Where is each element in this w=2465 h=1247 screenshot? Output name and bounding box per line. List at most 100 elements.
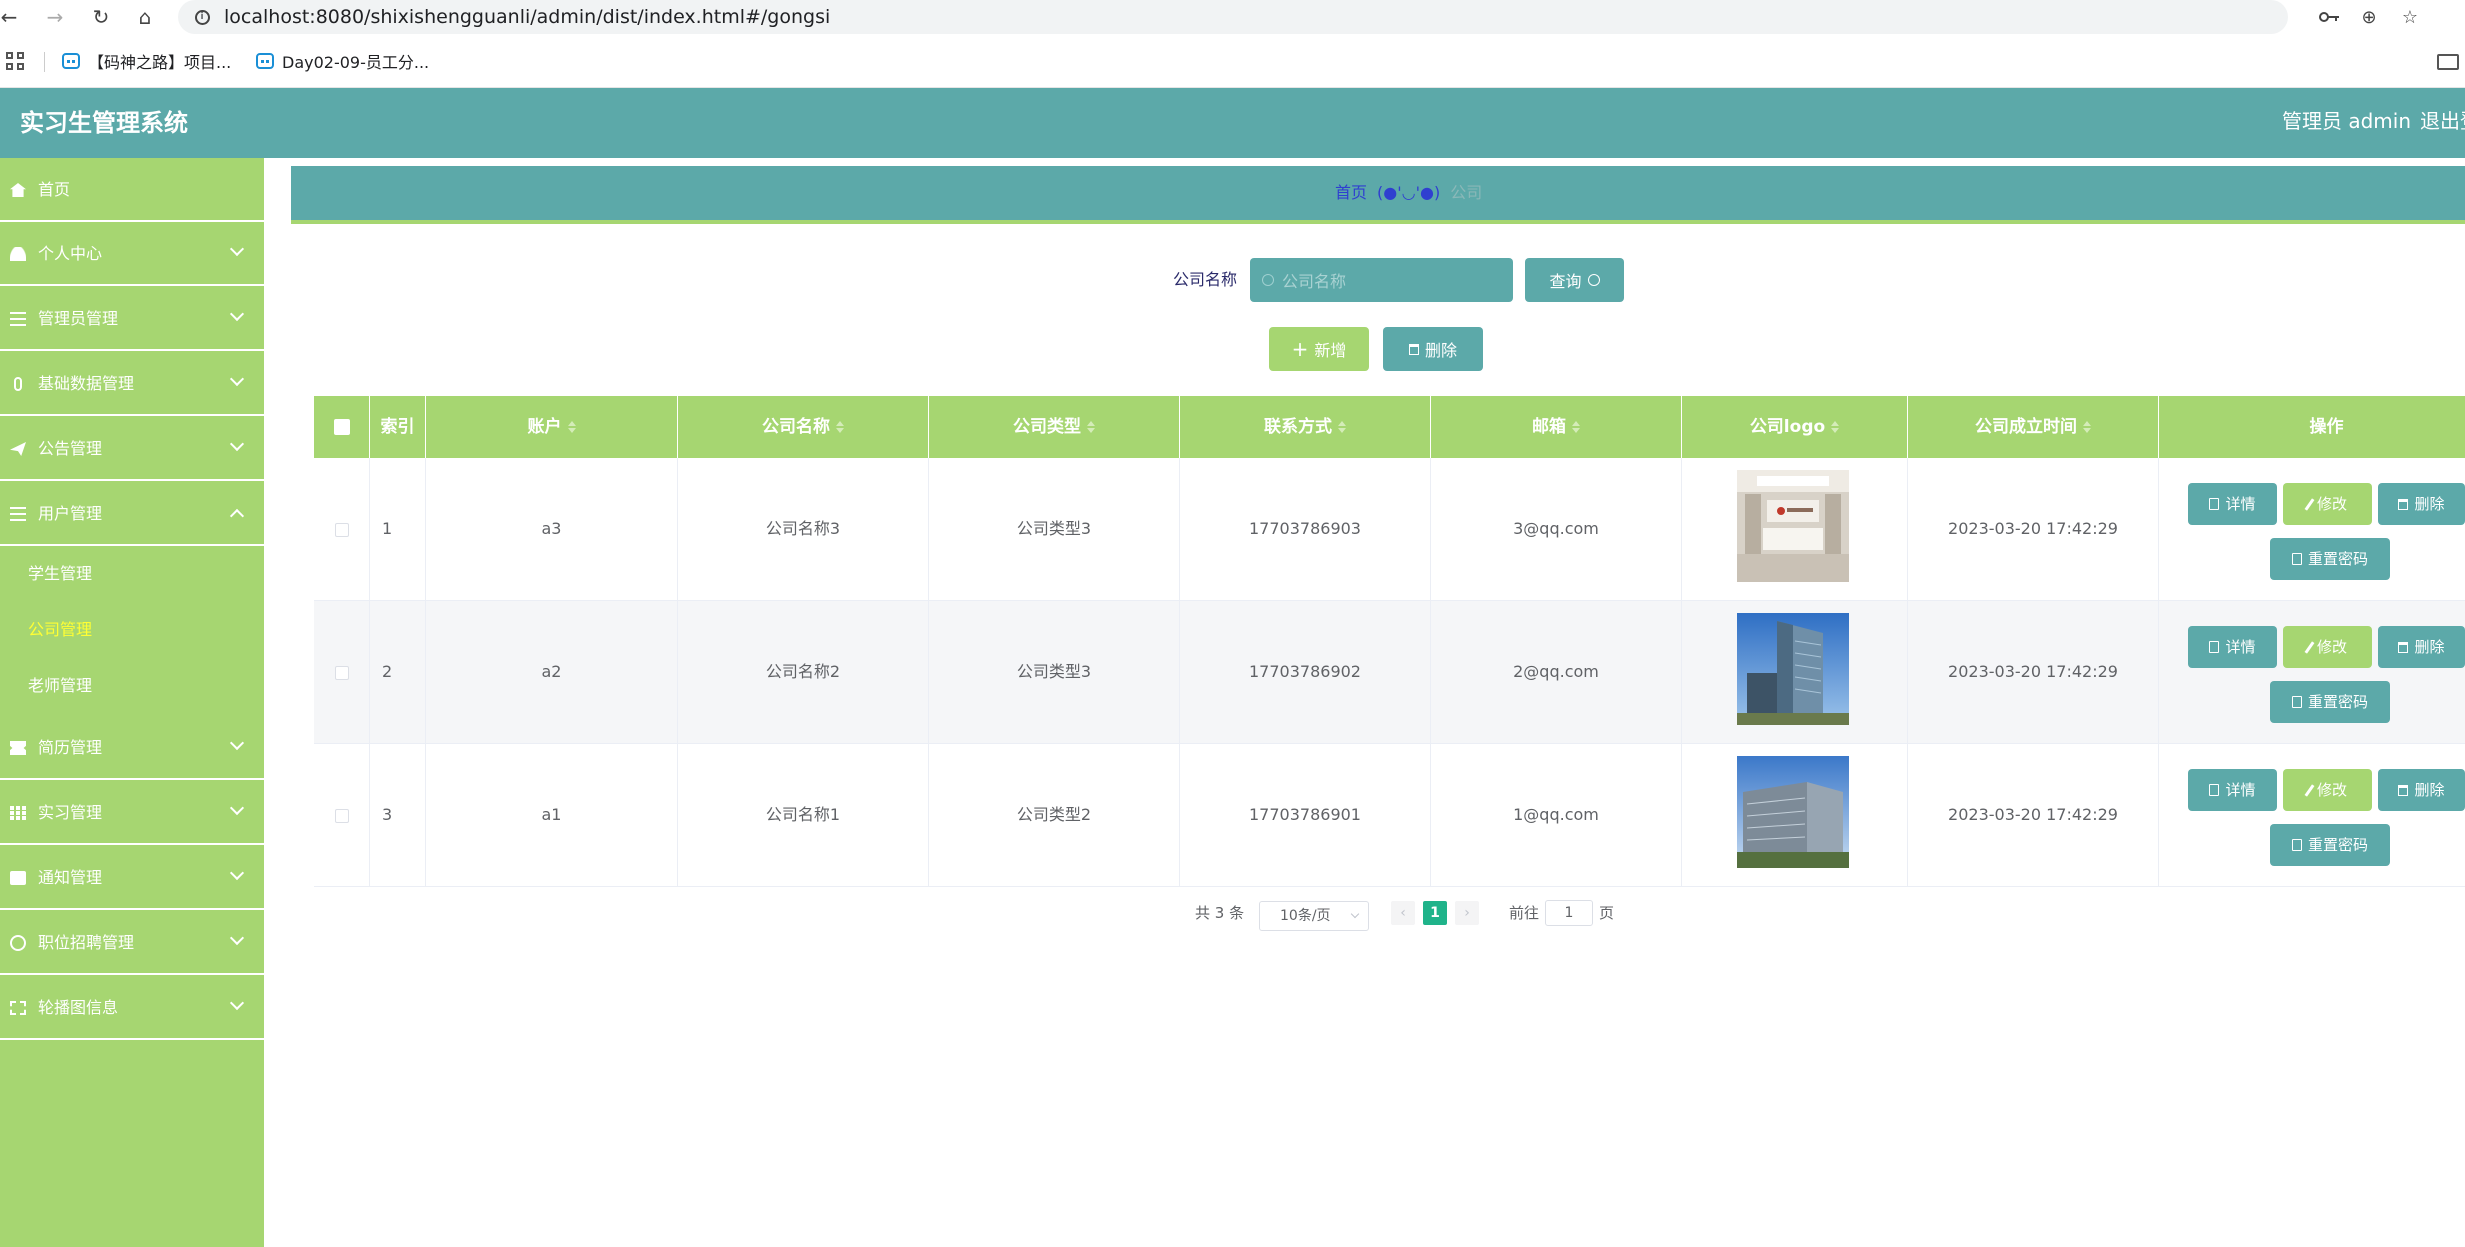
back-icon[interactable]: ← [0,2,24,32]
column-header-name[interactable]: 公司名称 [678,396,929,458]
submenu-item-teachers[interactable]: 老师管理 [0,658,264,714]
add-button-label: 新增 [1314,341,1347,360]
document-icon [2209,498,2220,510]
company-logo-image[interactable] [1737,470,1849,582]
bookmark-item[interactable]: Day02-09-员工分... [256,46,429,76]
logout-link[interactable]: 退出登录 [2420,88,2465,154]
submenu-item-companies[interactable]: 公司管理 [0,602,264,658]
row-checkbox-cell [314,601,370,743]
column-header-founded[interactable]: 公司成立时间 [1908,396,2159,458]
sidebar-item-internships[interactable]: 实习管理 [0,781,264,845]
grid-icon [10,806,26,820]
bookmark-item[interactable]: 【码神之路】项目... [62,46,231,76]
next-page-button[interactable]: › [1455,901,1479,925]
sort-icon[interactable] [836,421,844,433]
document-icon [2291,553,2302,565]
breadcrumb-home[interactable]: 首页 [1335,183,1367,202]
folder-icon[interactable] [2437,54,2459,70]
detail-button[interactable]: 详情 [2188,769,2277,811]
column-header-account[interactable]: 账户 [426,396,678,458]
sort-icon[interactable] [1338,421,1346,433]
sidebar-item-job-postings[interactable]: 职位招聘管理 [0,911,264,975]
delete-button-label: 删除 [2414,495,2445,513]
page-size-select[interactable]: 10条/页 [1259,901,1369,931]
sidebar-item-basic-data[interactable]: 基础数据管理 [0,352,264,416]
sidebar-item-label: 轮播图信息 [38,998,119,1017]
column-header-phone[interactable]: 联系方式 [1180,396,1431,458]
sidebar-item-users[interactable]: 用户管理 [0,482,264,546]
apps-icon[interactable] [6,52,24,70]
search-field[interactable] [1250,258,1513,304]
reload-icon[interactable]: ↻ [86,2,116,32]
reset-password-button[interactable]: 重置密码 [2270,824,2390,866]
detail-button[interactable]: 详情 [2188,626,2277,668]
row-checkbox-cell [314,458,370,600]
delete-button[interactable]: 删除 [2378,769,2465,811]
cell-email: 3@qq.com [1431,458,1682,600]
zoom-icon[interactable]: ⊕ [2354,2,2384,32]
sidebar-item-admins[interactable]: 管理员管理 [0,287,264,351]
column-header-label: 公司名称 [762,417,830,437]
bookmark-star-icon[interactable]: ☆ [2395,2,2425,32]
sort-icon[interactable] [1831,421,1840,433]
select-all-cell [314,396,370,458]
user-label: 管理员 admin [2282,109,2412,133]
query-button[interactable]: 查询 [1525,258,1624,302]
goto-page-input[interactable]: 1 [1545,900,1593,926]
sort-icon[interactable] [2083,421,2091,433]
sidebar-item-resumes[interactable]: 简历管理 [0,716,264,780]
batch-delete-button[interactable]: 删除 [1383,327,1483,371]
row-checkbox[interactable] [334,522,349,537]
column-header-logo[interactable]: 公司logo [1682,396,1908,458]
cell-type: 公司类型3 [929,458,1180,600]
bilibili-icon [62,53,80,69]
sidebar-item-label: 基础数据管理 [38,374,135,393]
column-header-type[interactable]: 公司类型 [929,396,1180,458]
prev-page-button[interactable]: ‹ [1391,901,1415,925]
sidebar-item-notifications[interactable]: 通知管理 [0,846,264,910]
chevron-down-icon [1350,909,1360,919]
company-logo-image[interactable] [1737,613,1849,725]
sidebar-item-announcements[interactable]: 公告管理 [0,417,264,481]
sort-icon[interactable] [1572,421,1580,433]
submenu-item-label: 学生管理 [28,564,93,583]
detail-button[interactable]: 详情 [2188,483,2277,525]
circle-icon [10,935,26,951]
home-icon[interactable]: ⌂ [130,2,160,32]
site-info-icon[interactable]: i [190,4,214,30]
row-checkbox[interactable] [334,665,349,680]
sidebar-item-label: 首页 [38,180,71,199]
column-header-email[interactable]: 邮箱 [1431,396,1682,458]
reset-password-button[interactable]: 重置密码 [2270,538,2390,580]
cell-name: 公司名称1 [678,744,929,886]
address-bar[interactable]: i localhost:8080/shixishengguanli/admin/… [178,0,2288,34]
column-header-label: 公司logo [1749,417,1826,437]
delete-button[interactable]: 删除 [2378,483,2465,525]
reset-password-button[interactable]: 重置密码 [2270,681,2390,723]
url-text[interactable]: localhost:8080/shixishengguanli/admin/di… [224,0,830,34]
submenu-item-students[interactable]: 学生管理 [0,546,264,602]
search-label: 公司名称 [1173,270,1238,289]
select-all-checkbox[interactable] [333,419,350,435]
cell-index: 2 [370,601,426,743]
page-number-active[interactable]: 1 [1423,901,1447,925]
send-icon [10,442,26,456]
sidebar-item-profile[interactable]: 个人中心 [0,222,264,286]
company-logo-image[interactable] [1737,756,1849,868]
search-input[interactable] [1280,258,1504,304]
row-checkbox[interactable] [334,808,349,823]
delete-button[interactable]: 删除 [2378,626,2465,668]
bookmarks-bar: 【码神之路】项目... Day02-09-员工分... [0,34,2465,88]
forward-icon[interactable]: → [40,2,70,32]
sidebar-item-carousel[interactable]: 轮播图信息 [0,976,264,1040]
add-button[interactable]: + 新增 [1269,327,1369,371]
sidebar-item-home[interactable]: 首页 [0,158,264,222]
sort-icon[interactable] [567,421,576,433]
key-icon[interactable] [2315,2,2345,32]
chevron-down-icon [229,865,245,881]
column-header-label: 账户 [527,417,562,437]
sort-icon[interactable] [1087,421,1095,433]
chevron-down-icon [229,800,245,816]
cell-name: 公司名称2 [678,601,929,743]
trash-icon [2398,784,2409,796]
